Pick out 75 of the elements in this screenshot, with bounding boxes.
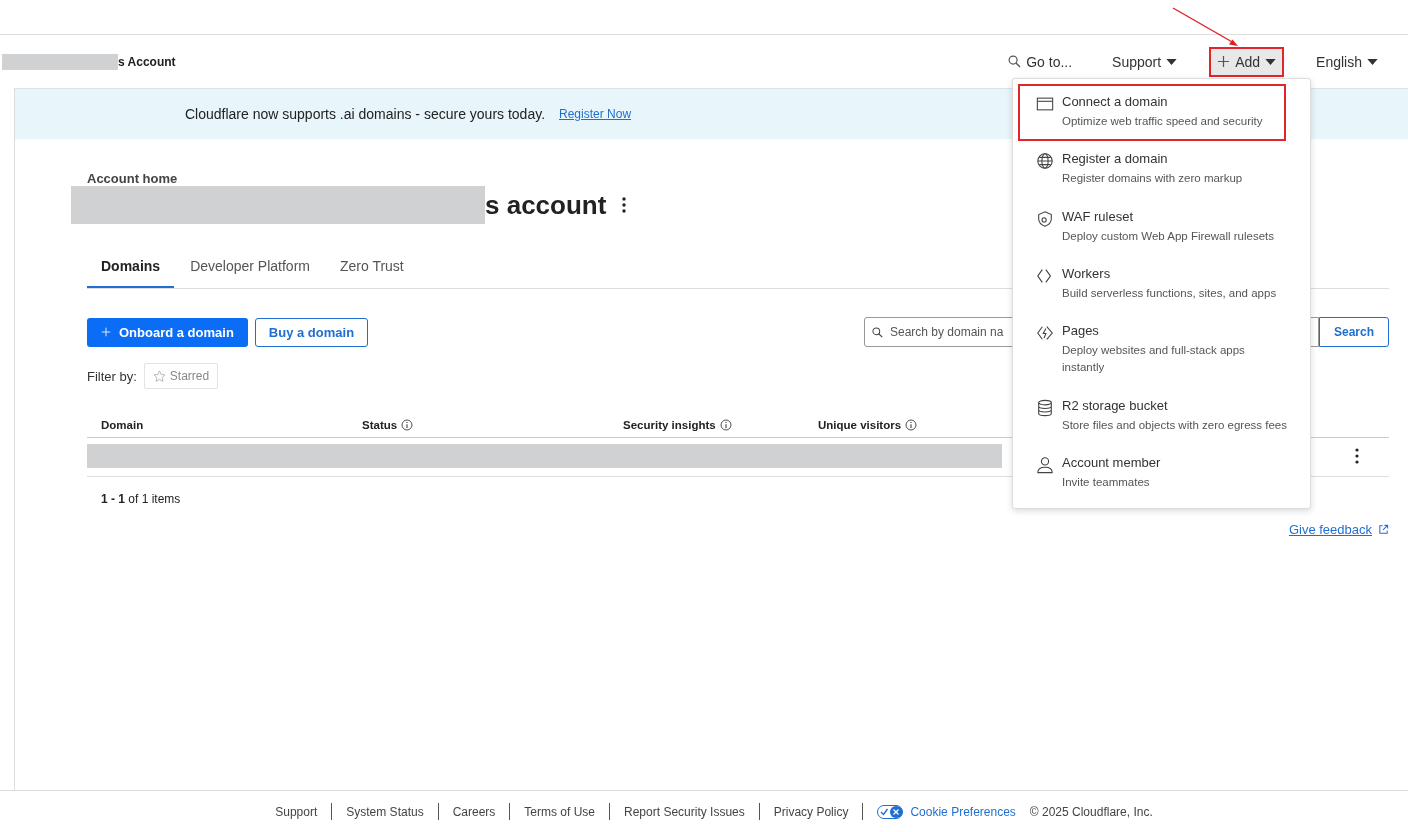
tab[interactable]: Domains <box>87 248 175 288</box>
info-icon <box>905 418 918 431</box>
footer-link[interactable]: System Status <box>346 804 424 819</box>
annotation-arrow <box>1172 7 1238 46</box>
menu-item-title: Workers <box>1062 265 1112 281</box>
database-icon <box>1036 398 1054 417</box>
menu-item-title: Pages <box>1062 323 1100 338</box>
menu-item[interactable]: Account member Invite teammates <box>1018 444 1306 502</box>
tab[interactable]: Zero Trust <box>325 248 418 288</box>
plus-icon <box>1217 55 1231 68</box>
dropdown-button[interactable]: English <box>1308 46 1386 77</box>
account-name: s Account <box>118 54 176 69</box>
dropdown-button[interactable]: Support <box>1104 46 1186 77</box>
kebab-icon[interactable] <box>622 197 627 213</box>
onboard-button[interactable]: Onboard a domain <box>87 317 248 347</box>
caret-icon <box>1265 58 1277 65</box>
cookie-preferences-link[interactable]: Cookie Preferences <box>910 804 1016 819</box>
shield-gear-icon <box>1036 209 1054 228</box>
info-icon <box>719 418 732 431</box>
page-title: s account <box>485 189 607 221</box>
menu-item-title: Register a domain <box>1062 151 1169 167</box>
menu-item-title: Account member <box>1062 454 1161 470</box>
person-icon <box>1036 455 1054 474</box>
menu-item[interactable]: R2 storage bucket Store files and objects with zero egress fees <box>1018 387 1306 445</box>
footer-link[interactable]: Privacy Policy <box>773 804 849 819</box>
external-link-icon <box>1378 524 1389 535</box>
diamond-bolt-icon <box>1036 324 1054 342</box>
caret-icon <box>1367 58 1378 65</box>
footer-link[interactable]: Terms of Use <box>524 804 596 819</box>
menu-item-description: Deploy custom Web App Firewall rulesets <box>1062 228 1274 244</box>
copyright: © 2025 Cloudflare, Inc. <box>1029 804 1153 819</box>
menu-item-description: Deploy websites and full-stack apps instantly <box>1062 343 1246 376</box>
banner-text: Cloudflare now supports .ai domains - secure yours today. <box>185 106 546 122</box>
info-icon <box>401 418 414 431</box>
menu-item-description: Register domains with zero markup <box>1062 171 1243 187</box>
privacy-toggle-icon <box>877 804 904 819</box>
footer-link[interactable]: Careers <box>452 804 496 819</box>
menu-item-description: Optimize web traffic speed and security <box>1062 114 1263 129</box>
search-button[interactable]: Search <box>1318 317 1389 347</box>
menu-item[interactable]: Workers Build serverless functions, sites, and apps <box>1018 255 1306 313</box>
menu-item-title: R2 storage bucket <box>1062 397 1169 413</box>
caret-icon <box>1166 58 1178 65</box>
search-icon <box>1008 55 1022 68</box>
star-icon <box>152 369 166 383</box>
window-icon <box>1036 95 1054 113</box>
kebab-icon[interactable] <box>1355 448 1359 464</box>
goto-button[interactable]: Go to... <box>1000 46 1081 77</box>
menu-item[interactable]: WAF ruleset Deploy custom Web App Firewall rulesets <box>1018 198 1306 256</box>
buy-domain-button[interactable]: Buy a domain <box>254 317 369 347</box>
tab[interactable]: Developer Platform <box>176 248 324 288</box>
menu-item-title: Connect a domain <box>1062 94 1169 109</box>
column-header: Security insights <box>623 418 716 431</box>
register-link[interactable]: Register Now <box>559 107 632 121</box>
menu-item-description: Invite teammates <box>1062 474 1151 490</box>
feedback-link[interactable]: Give feedback <box>1288 522 1372 537</box>
column-header: Domain <box>101 418 144 431</box>
menu-item[interactable]: Register a domain Register domains with zero markup <box>1018 141 1306 199</box>
menu-item[interactable]: Connect a domain Optimize web traffic speed and security <box>1018 84 1286 142</box>
plus-icon <box>101 327 111 337</box>
chevrons-icon <box>1036 266 1054 285</box>
column-header: Unique visitors <box>818 418 902 431</box>
menu-item-description: Build serverless functions, sites, and apps <box>1062 285 1277 301</box>
pagination-info: 1 - 1 of 1 items <box>101 492 182 506</box>
menu-item-description: Store files and objects with zero egress fees <box>1062 417 1287 433</box>
add-button[interactable]: Add <box>1209 46 1285 77</box>
footer-link[interactable]: Report Security Issues <box>624 804 745 819</box>
breadcrumb: Account home <box>87 171 178 186</box>
menu-item-title: WAF ruleset <box>1062 208 1135 224</box>
globe-icon <box>1036 152 1054 171</box>
menu-item[interactable]: Pages Deploy websites and full-stack apps instantly <box>1018 313 1306 388</box>
column-header: Status <box>362 418 398 431</box>
search-icon <box>871 327 883 338</box>
filter-label: Filter by: <box>87 368 137 384</box>
starred-filter[interactable]: Starred <box>143 363 219 389</box>
footer-link[interactable]: Support <box>275 804 318 819</box>
